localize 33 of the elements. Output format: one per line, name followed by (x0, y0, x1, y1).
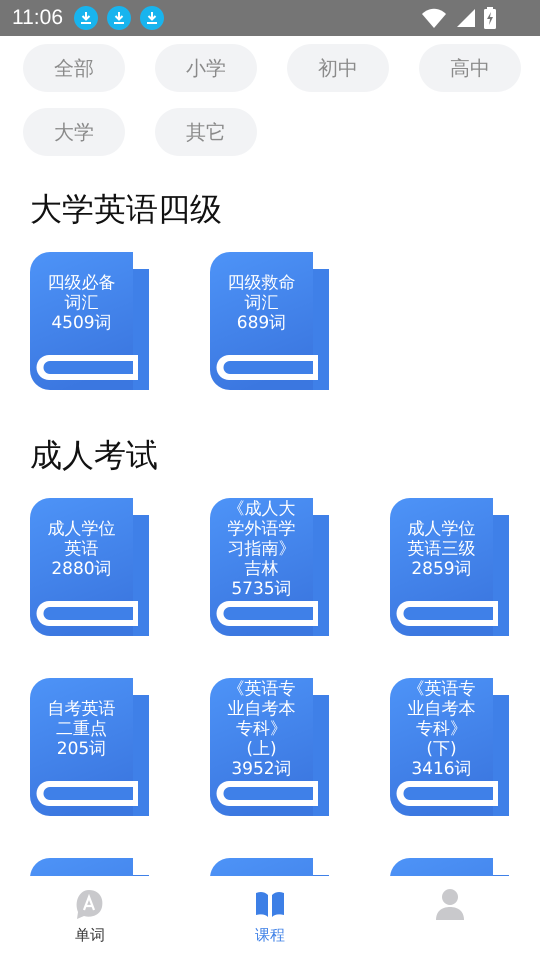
book-icon[interactable] (210, 498, 330, 636)
filter-chip[interactable]: 大学 (23, 108, 125, 156)
book-title: 成人学位英语2880词 (47, 519, 116, 579)
book-title: 《成人大学外语学习指南》吉林5735词 (227, 499, 296, 599)
section-title: 成人考试 (30, 435, 159, 476)
wifi-icon (422, 8, 446, 28)
status-time: 11:06 (12, 6, 63, 30)
filter-chip[interactable]: 其它 (155, 108, 257, 156)
battery-icon (484, 7, 496, 29)
book-icon[interactable] (390, 498, 510, 636)
book-icon[interactable] (30, 252, 150, 390)
tab-label[interactable]: 单词 (75, 926, 105, 945)
filter-chip[interactable]: 全部 (23, 44, 125, 92)
book-title: 四级必备词汇4509词 (47, 273, 116, 333)
book-icon[interactable] (210, 252, 330, 390)
book-title: 《英语专业自考本专科》(上)3952词 (227, 679, 296, 779)
book-title: 自考英语二重点205词 (47, 699, 116, 759)
filter-chip[interactable]: 高中 (419, 44, 521, 92)
book-title: 四级救命词汇689词 (227, 273, 296, 333)
book-icon[interactable] (210, 678, 330, 816)
signal-icon (455, 8, 475, 28)
book-icon[interactable] (30, 498, 150, 636)
download-icon (140, 6, 164, 30)
download-icon (107, 6, 131, 30)
book-title: 《英语专业自考本专科》(下)3416词 (407, 679, 476, 779)
book-icon[interactable] (30, 678, 150, 816)
filter-chip[interactable]: 小学 (155, 44, 257, 92)
section-title: 大学英语四级 (30, 189, 223, 230)
download-icon (74, 6, 98, 30)
book-title: 成人学位英语三级2859词 (407, 519, 476, 579)
filter-chip[interactable]: 初中 (287, 44, 389, 92)
book-icon[interactable] (390, 678, 510, 816)
tab-label[interactable]: 课程 (255, 926, 285, 945)
